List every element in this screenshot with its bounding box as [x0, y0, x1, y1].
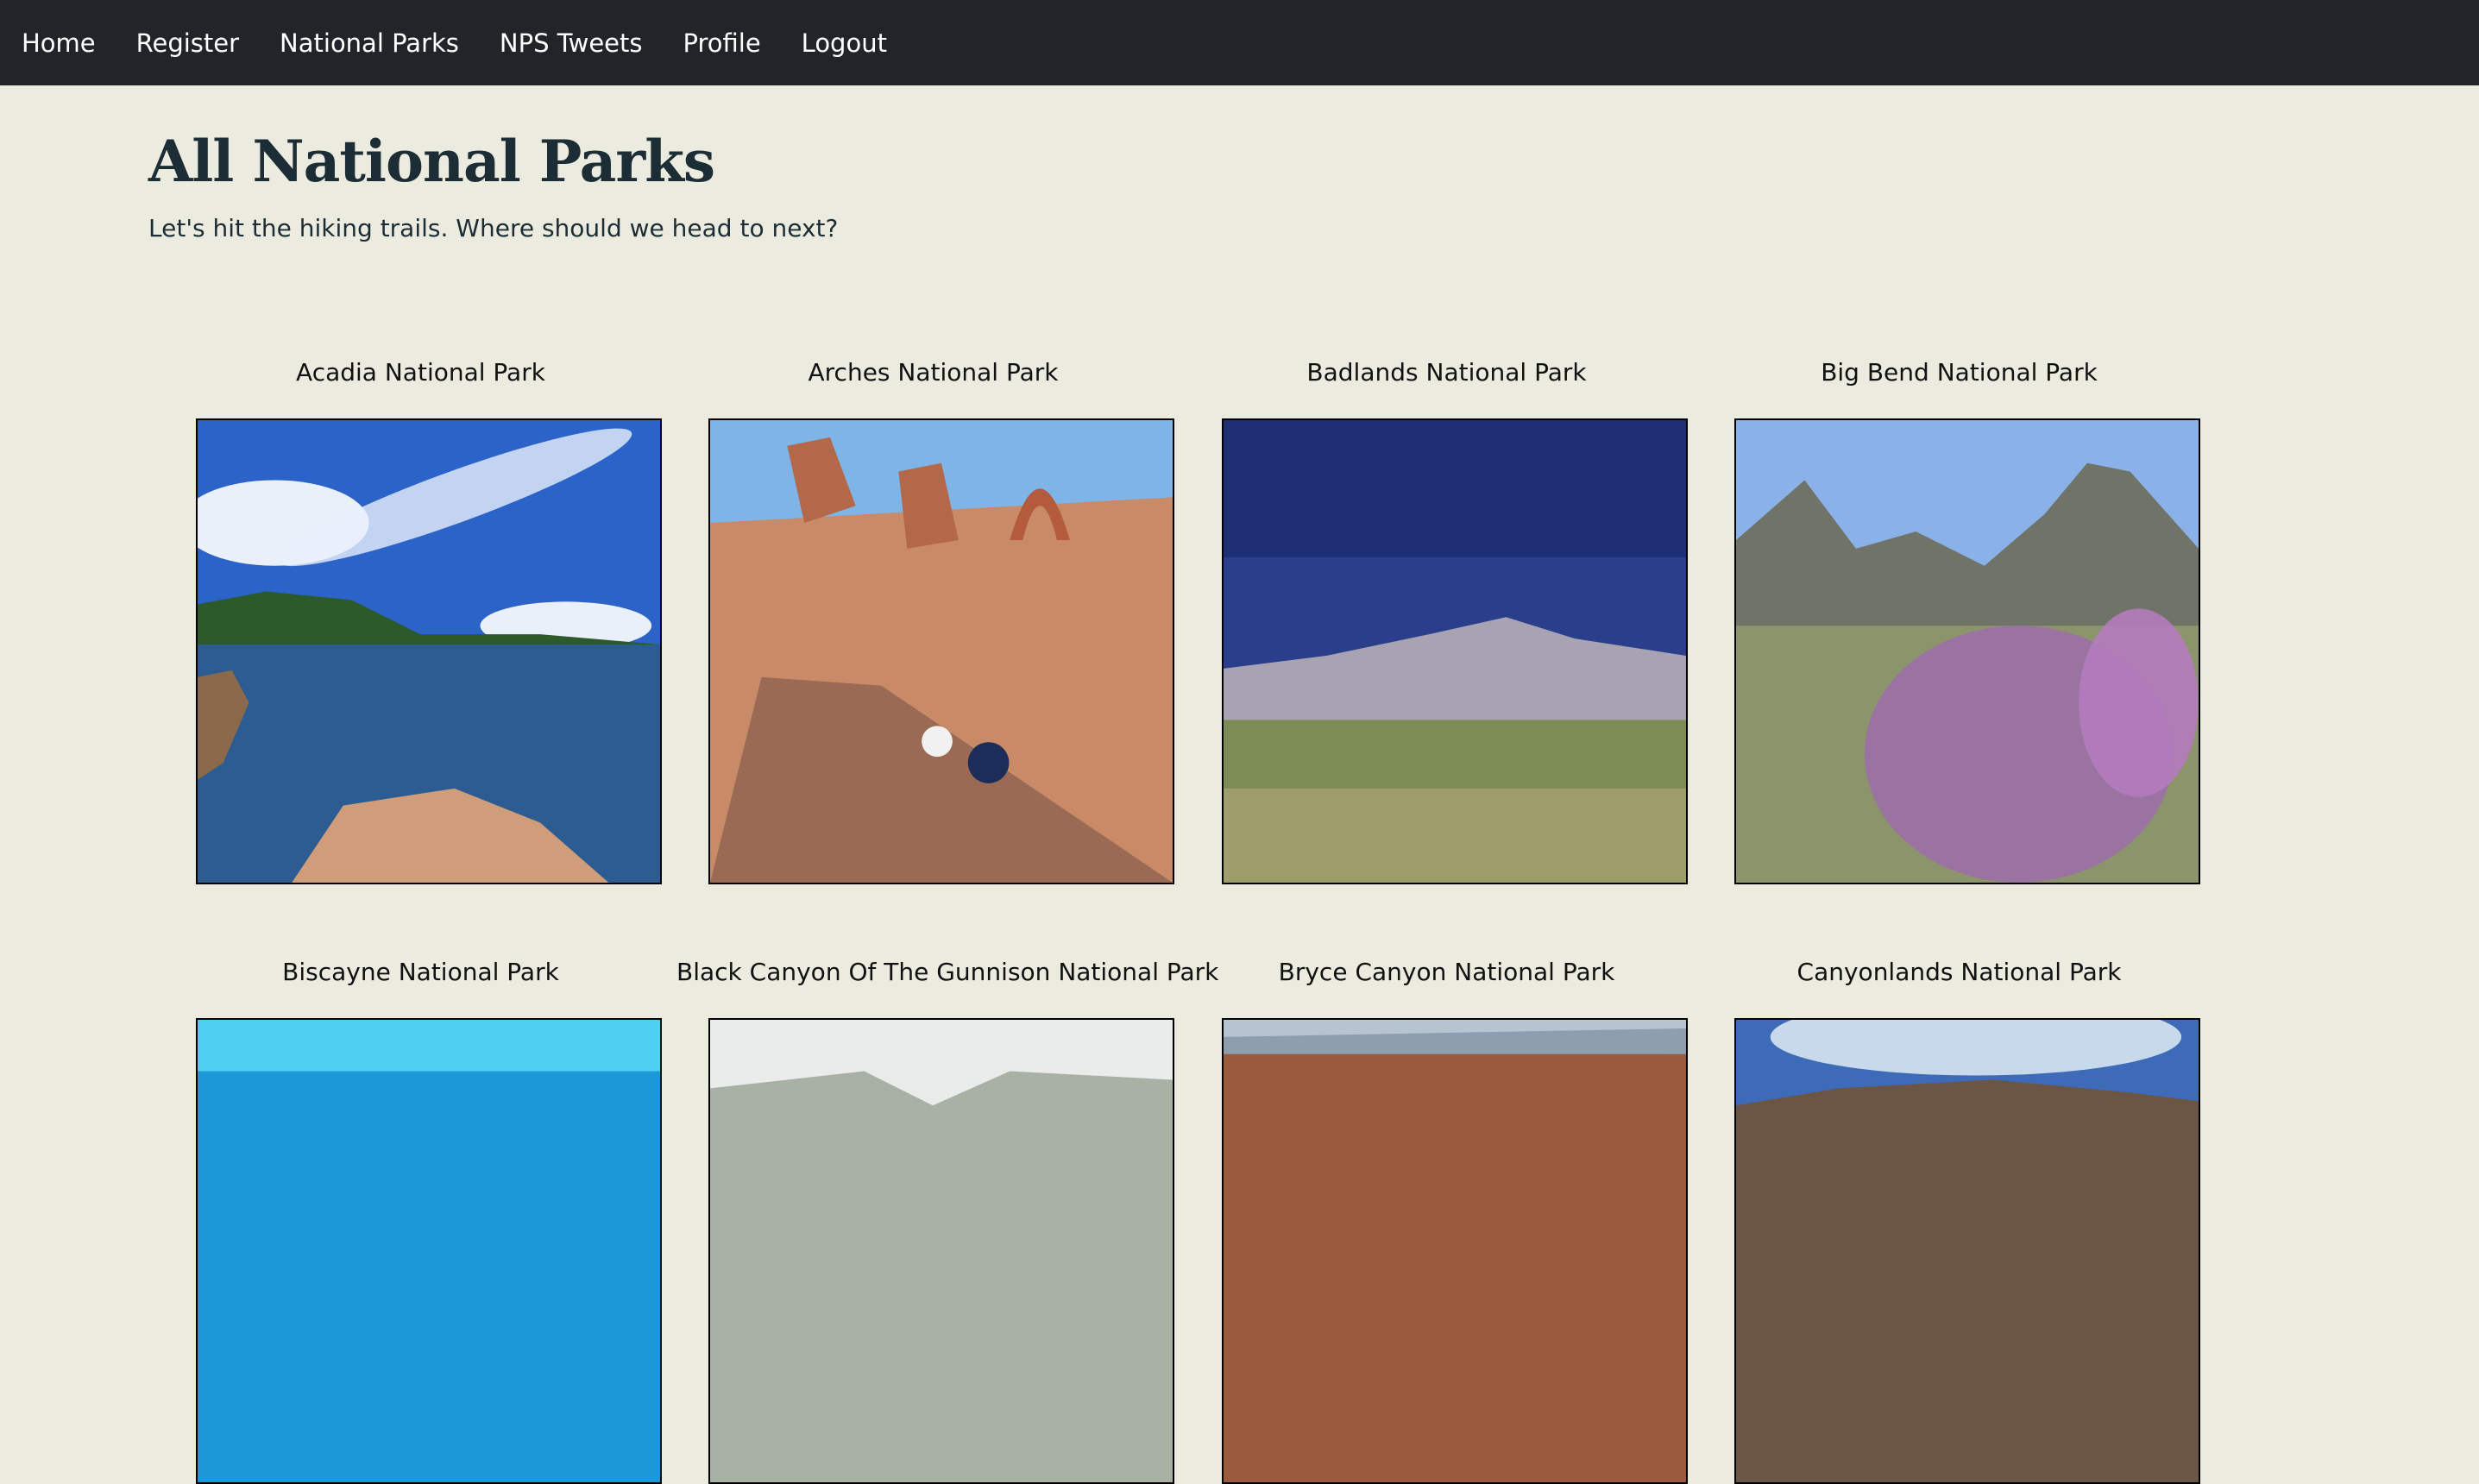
park-name: Big Bend National Park — [1821, 358, 2098, 387]
park-image-black-canyon[interactable] — [708, 1018, 1174, 1484]
park-name: Biscayne National Park — [282, 958, 559, 986]
nav-national-parks-link[interactable]: National Parks — [280, 28, 459, 58]
park-image-arches[interactable] — [708, 418, 1174, 884]
park-image-badlands[interactable] — [1222, 418, 1688, 884]
park-image-biscayne[interactable] — [196, 1018, 662, 1484]
nav-register-link[interactable]: Register — [136, 28, 239, 58]
top-navbar: Home Register National Parks NPS Tweets … — [0, 0, 2479, 85]
park-name: Arches National Park — [808, 358, 1059, 387]
page-subtitle: Let's hit the hiking trails. Where shoul… — [148, 214, 839, 242]
park-name: Acadia National Park — [296, 358, 545, 387]
nav-home-link[interactable]: Home — [22, 28, 96, 58]
park-image-canyonlands[interactable] — [1734, 1018, 2200, 1484]
nav-logout-link[interactable]: Logout — [802, 28, 887, 58]
park-image-big-bend[interactable] — [1734, 418, 2200, 884]
park-name: Badlands National Park — [1306, 358, 1587, 387]
park-image-bryce-canyon[interactable] — [1222, 1018, 1688, 1484]
park-name: Bryce Canyon National Park — [1278, 958, 1615, 986]
park-name: Black Canyon Of The Gunnison National Pa… — [676, 958, 1219, 986]
nav-nps-tweets-link[interactable]: NPS Tweets — [500, 28, 643, 58]
nav-profile-link[interactable]: Profile — [683, 28, 761, 58]
park-image-acadia[interactable] — [196, 418, 662, 884]
park-name: Canyonlands National Park — [1796, 958, 2122, 986]
page-title: All National Parks — [148, 128, 715, 195]
